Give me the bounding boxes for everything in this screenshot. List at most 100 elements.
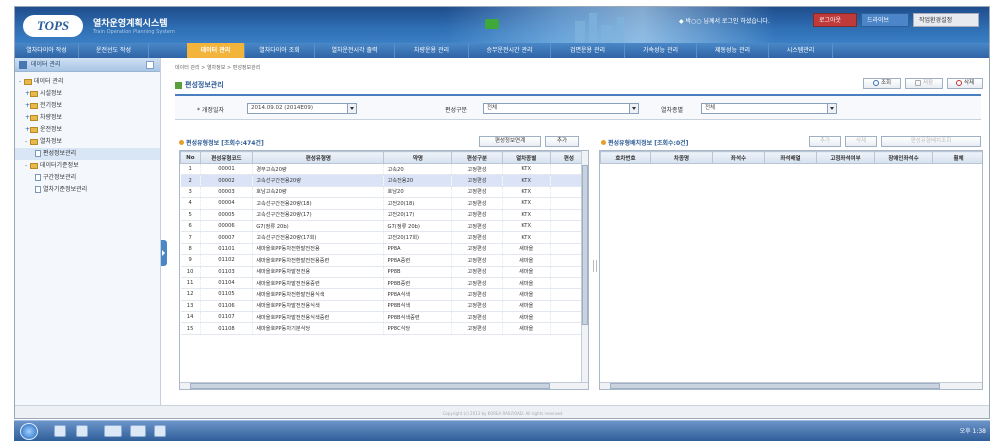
table-cell: KTX	[502, 197, 551, 210]
train-kind-select[interactable]: 전체	[701, 103, 837, 114]
table-cell: 00006	[200, 220, 254, 233]
table-row[interactable]: 3 00003 호남고속20량 호남20 고정편성 KTX	[180, 186, 588, 199]
menu-vehicle-ops[interactable]: 차량운용 관리	[395, 43, 469, 58]
column-header[interactable]: 편성유형명	[252, 151, 385, 164]
column-header[interactable]: 약명	[383, 151, 453, 164]
delete-button[interactable]: 삭제	[947, 78, 983, 89]
column-header[interactable]: 휠체	[932, 151, 982, 164]
column-header[interactable]: No	[180, 151, 201, 164]
scroll-thumb[interactable]	[610, 383, 940, 389]
menu-acceleration[interactable]: 가속성능 관리	[625, 43, 697, 58]
table-row[interactable]: 2 00002 고속선구간전용20량 고속전용20 고정편성 KTX	[180, 174, 588, 187]
window-icon[interactable]	[130, 425, 146, 437]
sidebar-item[interactable]: + 차량정보	[15, 112, 160, 124]
table-row[interactable]: 7 00007 고속선구간전용20량(17회) 고전20(17회) 고정편성 KTX	[180, 231, 588, 244]
menu-crew-time[interactable]: 승무운전시간 관리	[469, 43, 551, 58]
save-button[interactable]: 저장	[905, 78, 943, 89]
assignment-detail-button[interactable]: 편성유형배치조회	[881, 136, 981, 147]
table-cell: 6	[180, 220, 201, 233]
column-header[interactable]: 열차종별	[501, 151, 551, 164]
table-row[interactable]: 6 00006 G7(정류 20b) G7(정류 20b) 고정편성 KTX	[180, 220, 588, 233]
sidebar-item[interactable]: + 전기정보	[15, 100, 160, 112]
table-cell: 01107	[200, 311, 254, 324]
menu-timetable-print[interactable]: 열차운전시각 출력	[315, 43, 395, 58]
column-header[interactable]: 고정좌석여부	[816, 151, 875, 164]
table-row[interactable]: 15 01108 새마을호PP동차기분식당 PP8C식당 고정편성 새마을	[180, 322, 588, 335]
browser-icon[interactable]	[76, 425, 88, 437]
sidebar-item[interactable]: 편성정보관리	[15, 148, 160, 160]
table-row[interactable]: 8 01101 새마을호PP동차전환발전전용 PP8A 고정편성 새마을	[180, 243, 588, 256]
explorer-icon[interactable]	[54, 425, 66, 437]
sidebar-item[interactable]: 열차기준정보관리	[15, 184, 160, 196]
column-header[interactable]: 차종명	[650, 151, 713, 164]
column-header[interactable]: 좌석배열	[764, 151, 817, 164]
sidebar-item[interactable]: - 데이터기준정보	[15, 160, 160, 172]
revision-date-select[interactable]: 2014.09.02 (2014E09)	[247, 103, 357, 114]
table-cell: 01101	[200, 243, 254, 256]
settings-button[interactable]: 작업환경설정	[913, 13, 979, 27]
formation-type-label: 편성구분	[445, 107, 468, 114]
column-header[interactable]: 편성구분	[451, 151, 503, 164]
table-cell: 고속20	[383, 163, 453, 176]
vertical-scrollbar[interactable]	[581, 151, 588, 389]
table-cell: PP8A	[383, 243, 453, 256]
column-header[interactable]: 장애인좌석수	[874, 151, 933, 164]
menu-inspection-ops[interactable]: 검면운용 관리	[551, 43, 625, 58]
table-row[interactable]: 11 01104 새마을호PP동차발전전용중련 PP8B중련 고정편성 새마을	[180, 277, 588, 290]
table-row[interactable]: 12 01105 새마을호PP동차전환발전용식색 PP8A식색 고정편성 새마을	[180, 288, 588, 301]
formation-link-button[interactable]: 편성정보연계	[479, 136, 541, 147]
column-header[interactable]: 호차번호	[600, 151, 651, 164]
horizontal-scrollbar[interactable]	[180, 382, 588, 389]
table-row[interactable]: 4 00004 고속선구간전용20량(18) 고전20(18) 고정편성 KTX	[180, 197, 588, 210]
assignment-add-button[interactable]: 추가	[809, 136, 841, 147]
table-row[interactable]: 9 01102 새마을호PP동차전환발전전용중련 PP8A중련 고정편성 새마을	[180, 254, 588, 267]
table-row[interactable]: 13 01106 새마을호PP동차발전전용식색 PP8B식색 고정편성 새마을	[180, 300, 588, 313]
column-header[interactable]: 좌석수	[712, 151, 765, 164]
sidebar-item[interactable]: 구간정보관리	[15, 172, 160, 184]
table-cell: 새마을	[502, 288, 551, 301]
column-header[interactable]: 편성유형코드	[199, 151, 254, 164]
sidebar-item-label: 구간정보관리	[43, 174, 77, 181]
formation-add-button[interactable]: 추가	[545, 136, 579, 147]
table-row[interactable]: 10 01103 새마을호PP동차발전전용 PP8B 고정편성 새마을	[180, 266, 588, 278]
table-cell: PP8B식색중련	[383, 311, 453, 324]
window-icon[interactable]	[104, 425, 122, 437]
formation-type-select[interactable]: 전체	[483, 103, 639, 114]
menu-diagram-view[interactable]: 열차다이아 조회	[245, 43, 315, 58]
table-row[interactable]: 1 00001 경부고속20량 고속20 고정편성 KTX	[180, 163, 588, 176]
horizontal-scrollbar[interactable]	[600, 382, 982, 389]
table-cell: 5	[180, 209, 201, 221]
table-cell: PP8B식색	[383, 300, 453, 313]
sidebar-item[interactable]: - 열차정보	[15, 136, 160, 148]
sidebar-item[interactable]: - 데이터 관리	[15, 76, 160, 88]
search-button[interactable]: 조회	[863, 78, 901, 89]
collapse-icon[interactable]	[146, 61, 154, 69]
train-kind-value: 전체	[705, 105, 716, 111]
menu-diagram-create[interactable]: 열차다이아 작성	[15, 43, 79, 58]
scroll-thumb[interactable]	[582, 165, 588, 325]
app-icon[interactable]	[154, 425, 166, 437]
main-menu: 열차다이아 작성 운전선도 작성 데이터 관리 열차다이아 조회 열차운전시각 …	[15, 43, 989, 58]
scroll-thumb[interactable]	[190, 383, 550, 389]
folder-icon	[30, 102, 38, 109]
sidebar-item[interactable]: + 운전정보	[15, 124, 160, 136]
start-button[interactable]	[20, 423, 38, 440]
panel-splitter[interactable]	[589, 150, 599, 390]
sidebar-item[interactable]: + 시설정보	[15, 88, 160, 100]
building-graphic	[601, 25, 613, 43]
table-cell: 10	[180, 266, 201, 278]
assignment-delete-button[interactable]: 삭제	[845, 136, 877, 147]
drive-button[interactable]: 드라이브	[861, 13, 909, 27]
table-row[interactable]: 5 00005 고속선구간전용20량(17) 고전20(17) 고정편성 KTX	[180, 209, 588, 221]
menu-data-management[interactable]: 데이터 관리	[187, 43, 245, 58]
table-cell: 고정편성	[451, 186, 503, 199]
menu-braking[interactable]: 제동성능 관리	[697, 43, 769, 58]
table-row[interactable]: 14 01107 새마을호PP동차발전전용식색중련 PP8B식색중련 고정편성 새마을	[180, 311, 588, 324]
table-cell: 00003	[200, 186, 254, 199]
menu-system[interactable]: 시스템관리	[769, 43, 833, 58]
table-cell: 고정편성	[451, 209, 503, 221]
header-banner: TOPS 열차운영계획시스템 Train Operation Planning …	[15, 7, 989, 43]
app-logo[interactable]: TOPS	[23, 15, 83, 37]
logout-button[interactable]: 로그아웃	[813, 13, 857, 27]
menu-run-curve[interactable]: 운전선도 작성	[79, 43, 149, 58]
